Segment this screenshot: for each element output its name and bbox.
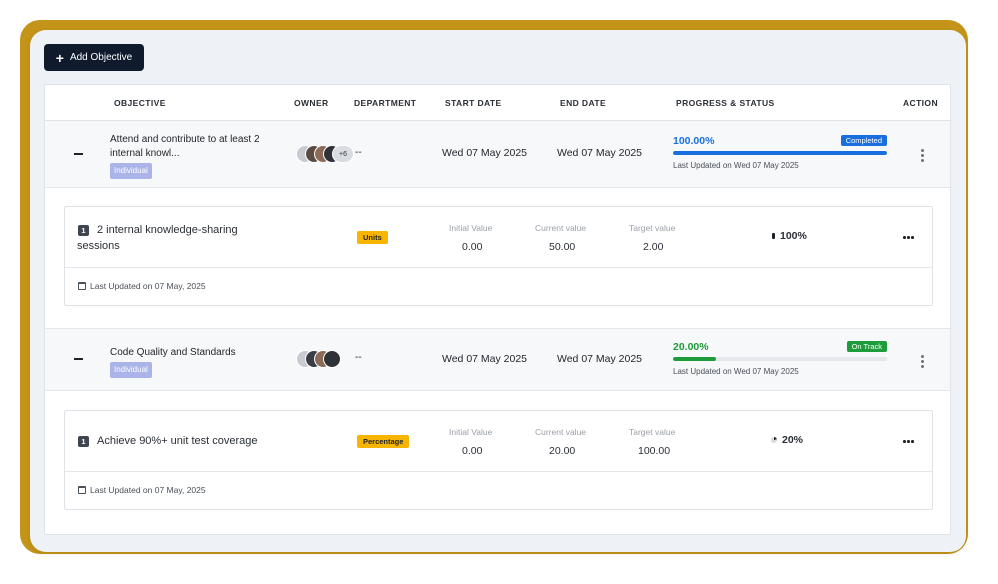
- current-value-label: Current value: [535, 223, 587, 233]
- key-result-percent: 100%: [780, 230, 807, 242]
- objective-row[interactable]: Attend and contribute to at least 2 inte…: [45, 121, 950, 188]
- collapse-icon[interactable]: [74, 358, 83, 360]
- last-updated: Last Updated on Wed 07 May 2025: [673, 161, 799, 170]
- more-options-icon[interactable]: [903, 440, 914, 443]
- current-value[interactable]: 50.00: [549, 241, 575, 253]
- plus-icon: +: [55, 49, 64, 66]
- progress-bar: [673, 357, 887, 361]
- key-result-progress: 20%: [771, 434, 803, 446]
- objective-title[interactable]: Code Quality and Standards: [110, 346, 285, 360]
- action-menu-icon[interactable]: [921, 355, 924, 370]
- target-value-label: Target value: [629, 427, 676, 437]
- action-menu-icon[interactable]: [921, 149, 924, 164]
- end-date-value: Wed 07 May 2025: [557, 147, 643, 159]
- calendar-icon: [78, 486, 86, 494]
- status-badge: On Track: [846, 341, 887, 352]
- col-owner: OWNER: [294, 98, 329, 108]
- key-result-title[interactable]: 2 internal knowledge-sharing sessions: [77, 222, 277, 254]
- col-objective: OBJECTIVE: [114, 98, 166, 108]
- key-result-card: 1 Achieve 90%+ unit test coverage Percen…: [64, 410, 933, 510]
- individual-badge: Individual: [110, 362, 152, 378]
- key-result-updated: Last Updated on 07 May, 2025: [90, 485, 206, 495]
- add-objective-label: Add Objective: [69, 52, 133, 63]
- calendar-icon: [78, 282, 86, 290]
- objective-row[interactable]: Code Quality and Standards Individual --…: [45, 328, 950, 391]
- start-date-value: Wed 07 May 2025: [442, 147, 528, 159]
- last-updated: Last Updated on Wed 07 May 2025: [673, 367, 799, 376]
- objective-title-block: Attend and contribute to at least 2 inte…: [110, 133, 285, 179]
- avatar: [323, 350, 341, 368]
- start-date-value: Wed 07 May 2025: [442, 353, 528, 365]
- progress-status: 100.00% Completed Last Updated on Wed 07…: [673, 135, 887, 170]
- add-objective-button[interactable]: + Add Objective: [44, 44, 144, 71]
- initial-value-label: Initial Value: [449, 223, 493, 233]
- initial-value: 0.00: [462, 445, 483, 457]
- objectives-table: OBJECTIVE OWNER DEPARTMENT START DATE EN…: [44, 84, 951, 535]
- col-start-date: START DATE: [445, 98, 502, 108]
- objective-title[interactable]: Attend and contribute to at least 2 inte…: [110, 133, 285, 161]
- target-value: 100.00: [638, 445, 671, 457]
- table-header: OBJECTIVE OWNER DEPARTMENT START DATE EN…: [45, 85, 950, 121]
- key-result-number: 1: [78, 436, 89, 447]
- progress-bar-fill: [673, 151, 887, 155]
- initial-value: 0.00: [462, 241, 483, 253]
- progress-status: 20.00% On Track Last Updated on Wed 07 M…: [673, 341, 887, 376]
- more-options-icon[interactable]: [903, 236, 914, 239]
- target-value: 2.00: [643, 241, 664, 253]
- progress-ring-icon: [771, 437, 777, 443]
- progress-bar-fill: [673, 357, 716, 361]
- key-result-card: 1 2 internal knowledge-sharing sessions …: [64, 206, 933, 306]
- end-date-value: Wed 07 May 2025: [557, 353, 643, 365]
- col-department: DEPARTMENT: [354, 98, 417, 108]
- progress-bar: [673, 151, 887, 155]
- unit-badge: Units: [357, 231, 388, 244]
- department-value: --: [355, 352, 362, 363]
- key-result-title[interactable]: Achieve 90%+ unit test coverage: [97, 433, 337, 449]
- col-action: ACTION: [903, 98, 938, 108]
- individual-badge: Individual: [110, 163, 152, 179]
- key-result-progress: 100%: [772, 230, 807, 242]
- target-value-label: Target value: [629, 223, 676, 233]
- key-result-updated: Last Updated on 07 May, 2025: [90, 281, 206, 291]
- current-value[interactable]: 20.00: [549, 445, 575, 457]
- collapse-icon[interactable]: [74, 153, 83, 155]
- unit-badge: Percentage: [357, 435, 410, 448]
- initial-value-label: Initial Value: [449, 427, 493, 437]
- col-progress: PROGRESS & STATUS: [676, 98, 775, 108]
- key-result-percent: 20%: [782, 434, 804, 446]
- progress-ring-icon: [772, 233, 775, 239]
- status-badge: Completed: [840, 135, 887, 146]
- current-value-label: Current value: [535, 427, 587, 437]
- col-end-date: END DATE: [560, 98, 607, 108]
- objective-title-block: Code Quality and Standards Individual: [110, 346, 285, 378]
- department-value: --: [355, 147, 362, 158]
- more-owners-badge[interactable]: +6: [332, 145, 354, 163]
